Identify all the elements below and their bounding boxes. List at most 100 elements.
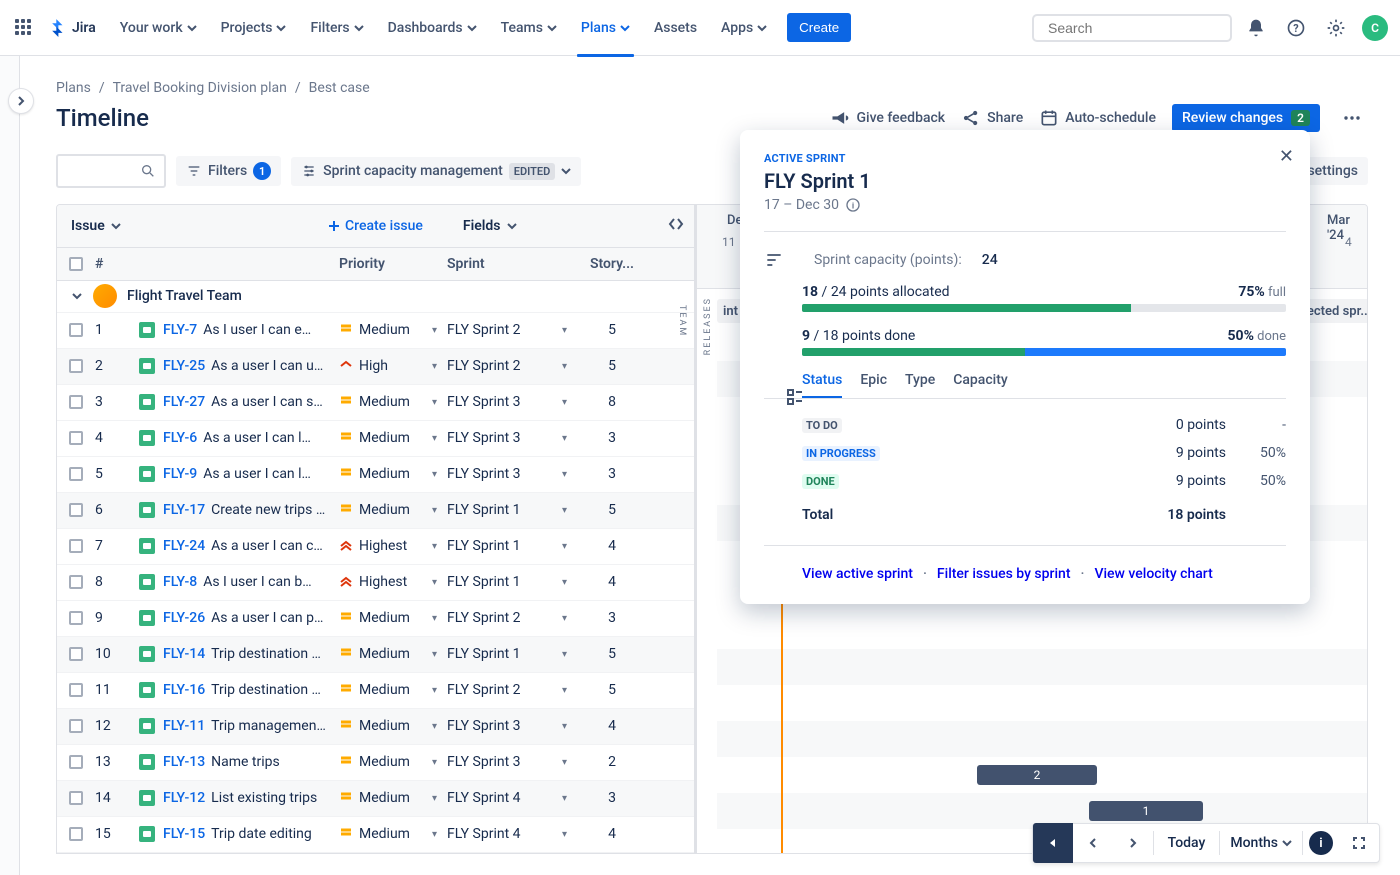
issue-row[interactable]: 2 FLY-25As a user I can up... High▾ FLY … [57,349,694,385]
zoom-dropdown[interactable]: Months [1220,835,1302,851]
sprint-dropdown[interactable]: ▾ [562,649,567,660]
priority-dropdown[interactable]: ▾ [432,325,437,336]
nav-item-plans[interactable]: Plans [571,14,640,42]
view-velocity-link[interactable]: View velocity chart [1094,566,1212,582]
scroll-right-button[interactable] [1113,823,1153,863]
issue-row[interactable]: 13 FLY-13Name trips Medium▾ FLY Sprint 3… [57,745,694,781]
popover-tab-epic[interactable]: Epic [860,372,887,398]
row-checkbox[interactable] [69,395,83,409]
issue-row[interactable]: 4 FLY-6As a user I can log i... Medium▾ … [57,421,694,457]
row-checkbox[interactable] [69,575,83,589]
filter-by-sprint-link[interactable]: Filter issues by sprint [937,566,1071,582]
breadcrumb-item[interactable]: Plans [56,80,91,96]
issue-key[interactable]: FLY-9 [163,466,197,482]
issue-key[interactable]: FLY-27 [163,394,205,410]
filters-button[interactable]: Filters 1 [176,156,281,186]
jira-logo[interactable]: Jira [46,17,96,39]
row-checkbox[interactable] [69,539,83,553]
settings-icon[interactable] [1320,12,1352,44]
select-all-checkbox[interactable] [69,257,83,271]
nav-item-teams[interactable]: Teams [491,14,567,42]
sprint-dropdown[interactable]: ▾ [562,793,567,804]
expand-columns-button[interactable] [668,216,684,236]
gantt-bar[interactable]: 2 [977,765,1097,785]
priority-dropdown[interactable]: ▾ [432,721,437,732]
priority-dropdown[interactable]: ▾ [432,541,437,552]
sprint-dropdown[interactable]: ▾ [562,613,567,624]
row-checkbox[interactable] [69,647,83,661]
issue-key[interactable]: FLY-17 [163,502,205,518]
priority-dropdown[interactable]: ▾ [432,361,437,372]
popover-tab-status[interactable]: Status [802,372,842,398]
sprint-capacity-button[interactable]: Sprint capacity management EDITED [291,157,581,186]
sprint-dropdown[interactable]: ▾ [562,541,567,552]
review-changes-button[interactable]: Review changes2 [1172,104,1320,132]
row-checkbox[interactable] [69,323,83,337]
info-icon[interactable]: i [845,197,861,213]
issue-row[interactable]: 14 FLY-12List existing trips Medium▾ FLY… [57,781,694,817]
sprint-dropdown[interactable]: ▾ [562,829,567,840]
issue-key[interactable]: FLY-6 [163,430,197,446]
row-checkbox[interactable] [69,755,83,769]
issue-column-header[interactable]: Issue [57,218,327,234]
sprint-dropdown[interactable]: ▾ [562,685,567,696]
row-checkbox[interactable] [69,827,83,841]
sprint-dropdown[interactable]: ▾ [562,469,567,480]
issue-key[interactable]: FLY-15 [163,826,205,842]
help-icon[interactable]: ? [1280,12,1312,44]
create-issue-button[interactable]: Create issue [327,218,423,234]
row-checkbox[interactable] [69,611,83,625]
scroll-left-button[interactable] [1073,823,1113,863]
issue-key[interactable]: FLY-26 [163,610,205,626]
row-checkbox[interactable] [69,467,83,481]
legend-button[interactable]: i [1309,831,1333,855]
issue-key[interactable]: FLY-13 [163,754,205,770]
nav-item-apps[interactable]: Apps [711,14,777,42]
nav-item-filters[interactable]: Filters [300,14,373,42]
priority-dropdown[interactable]: ▾ [432,793,437,804]
priority-dropdown[interactable]: ▾ [432,649,437,660]
nav-item-assets[interactable]: Assets [644,14,707,42]
user-avatar[interactable]: C [1362,15,1388,41]
breadcrumb-item[interactable]: Travel Booking Division plan [113,80,287,96]
popover-tab-capacity[interactable]: Capacity [953,372,1008,398]
grid-icon[interactable] [786,388,804,406]
priority-dropdown[interactable]: ▾ [432,757,437,768]
global-search[interactable] [1032,14,1232,42]
issue-key[interactable]: FLY-11 [163,718,205,734]
row-checkbox[interactable] [69,791,83,805]
issue-key[interactable]: FLY-24 [163,538,205,554]
issue-key[interactable]: FLY-25 [163,358,205,374]
popover-tab-type[interactable]: Type [905,372,935,398]
issue-row[interactable]: 8 FLY-8As I user I can book ... Highest▾… [57,565,694,601]
auto-schedule-button[interactable]: Auto-schedule [1039,108,1156,128]
issue-row[interactable]: 1 FLY-7As I user I can edit ... Medium▾ … [57,313,694,349]
view-active-sprint-link[interactable]: View active sprint [802,566,913,582]
issue-key[interactable]: FLY-7 [163,322,197,338]
notifications-icon[interactable] [1240,12,1272,44]
sprint-dropdown[interactable]: ▾ [562,577,567,588]
team-group-row[interactable]: Flight Travel Team [57,281,694,313]
more-actions-button[interactable] [1336,102,1368,134]
issue-row[interactable]: 5 FLY-9As a user I can log i... Medium▾ … [57,457,694,493]
priority-dropdown[interactable]: ▾ [432,505,437,516]
priority-dropdown[interactable]: ▾ [432,829,437,840]
share-button[interactable]: Share [961,108,1023,128]
fullscreen-button[interactable] [1339,823,1379,863]
nav-item-projects[interactable]: Projects [211,14,297,42]
issue-search[interactable] [56,154,166,188]
priority-dropdown[interactable]: ▾ [432,469,437,480]
issue-row[interactable]: 3 FLY-27As a user I can sav... Medium▾ F… [57,385,694,421]
today-button[interactable]: Today [1154,835,1220,851]
issue-row[interactable]: 12 FLY-11Trip management f... Medium▾ FL… [57,709,694,745]
priority-dropdown[interactable]: ▾ [432,577,437,588]
sprint-dropdown[interactable]: ▾ [562,397,567,408]
row-checkbox[interactable] [69,719,83,733]
sprint-dropdown[interactable]: ▾ [562,721,567,732]
issue-row[interactable]: 15 FLY-15Trip date editing Medium▾ FLY S… [57,817,694,853]
close-button[interactable]: ✕ [1279,146,1294,167]
issue-key[interactable]: FLY-12 [163,790,205,806]
sprint-dropdown[interactable]: ▾ [562,361,567,372]
nav-item-dashboards[interactable]: Dashboards [378,14,487,42]
fields-dropdown[interactable]: Fields [443,218,517,234]
